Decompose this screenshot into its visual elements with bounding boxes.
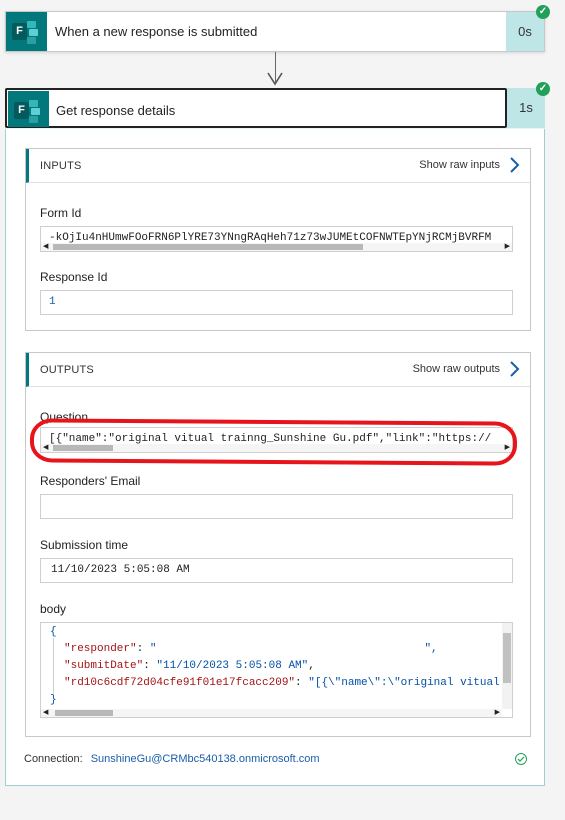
json-sep: : [143,660,157,672]
question-field[interactable]: [{"name":"original vitual trainng_Sunshi… [40,427,513,453]
action-card: F Get response details 1s INPUTS Show ra… [5,88,545,786]
json-key-responder: "responder" [64,643,137,655]
scroll-left-icon[interactable]: ◀ [43,242,48,250]
json-value-rd: "[{\"name\":\"original vitual [308,677,500,689]
json-value-responder: " [149,643,157,655]
success-check-icon: ✓ [536,5,550,19]
action-title: Get response details [56,103,176,118]
response-id-field[interactable]: 1 [40,290,513,315]
show-raw-inputs-link[interactable]: Show raw inputs [419,159,500,171]
json-sep: : [295,677,309,689]
horizontal-scrollbar[interactable]: ◀ ▶ [41,243,512,251]
body-label: body [40,602,67,616]
chevron-right-icon[interactable] [508,360,520,378]
response-id-label: Response Id [40,270,108,284]
json-key-rd: "rd10c6cdf72d04cfe91f01e17fcacc209" [64,677,296,689]
json-close-brace: } [50,694,57,706]
inputs-section: INPUTS Show raw inputs Form Id -kOjIu4nH… [25,148,531,331]
submission-time-value: 11/10/2023 5:05:08 AM [51,564,190,576]
inputs-header: INPUTS [40,160,82,172]
submission-time-label: Submission time [40,538,129,552]
show-raw-outputs-link[interactable]: Show raw outputs [413,363,500,375]
microsoft-forms-icon: F [6,12,47,51]
arrow-down-icon [267,72,283,86]
json-key-submitdate: "submitDate" [64,660,144,672]
outputs-section: OUTPUTS Show raw outputs Question [{"nam… [25,352,531,737]
horizontal-scrollbar[interactable]: ◀ ▶ [41,709,502,717]
question-label: Question [40,410,89,424]
chevron-right-icon[interactable] [508,156,520,174]
response-id-value: 1 [49,296,56,308]
action-header[interactable]: F Get response details 1s [5,88,545,129]
scroll-left-icon[interactable]: ◀ [43,443,48,451]
horizontal-scrollbar[interactable]: ◀ ▶ [41,444,512,452]
outputs-header: OUTPUTS [40,364,94,376]
connection-ok-icon [515,753,527,765]
responders-email-label: Responders' Email [40,474,141,488]
success-check-icon: ✓ [536,82,550,96]
json-open-brace: { [50,626,57,638]
responders-email-field[interactable] [40,494,513,519]
microsoft-forms-icon: F [8,91,49,127]
json-value-submitdate: "11/10/2023 5:05:08 AM" [156,660,309,672]
scroll-right-icon[interactable]: ▶ [505,242,510,250]
scroll-left-icon[interactable]: ◀ [43,708,48,716]
submission-time-field[interactable]: 11/10/2023 5:05:08 AM [40,558,513,583]
scroll-right-icon[interactable]: ▶ [495,708,500,716]
form-id-label: Form Id [40,206,82,220]
body-json-viewer[interactable]: { "responder": " ", "submitDate": "11/10/… [40,622,513,718]
scroll-right-icon[interactable]: ▶ [505,443,510,451]
connection-account-link[interactable]: SunshineGu@CRMbc540138.onmicrosoft.com [91,753,320,765]
connection-label: Connection: [24,753,83,765]
json-sep: : [136,643,150,655]
trigger-title: When a new response is submitted [55,24,258,39]
connection-info: Connection: SunshineGu@CRMbc540138.onmicr… [24,753,320,765]
form-id-field[interactable]: -kOjIu4nHUmwFOoFRN6PlYRE73YNngRAqHeh71z7… [40,226,513,252]
trigger-card[interactable]: F When a new response is submitted 0s [5,11,545,52]
json-sep: , [308,660,315,672]
json-value-end: ", [424,643,438,655]
vertical-scrollbar[interactable] [502,623,512,709]
